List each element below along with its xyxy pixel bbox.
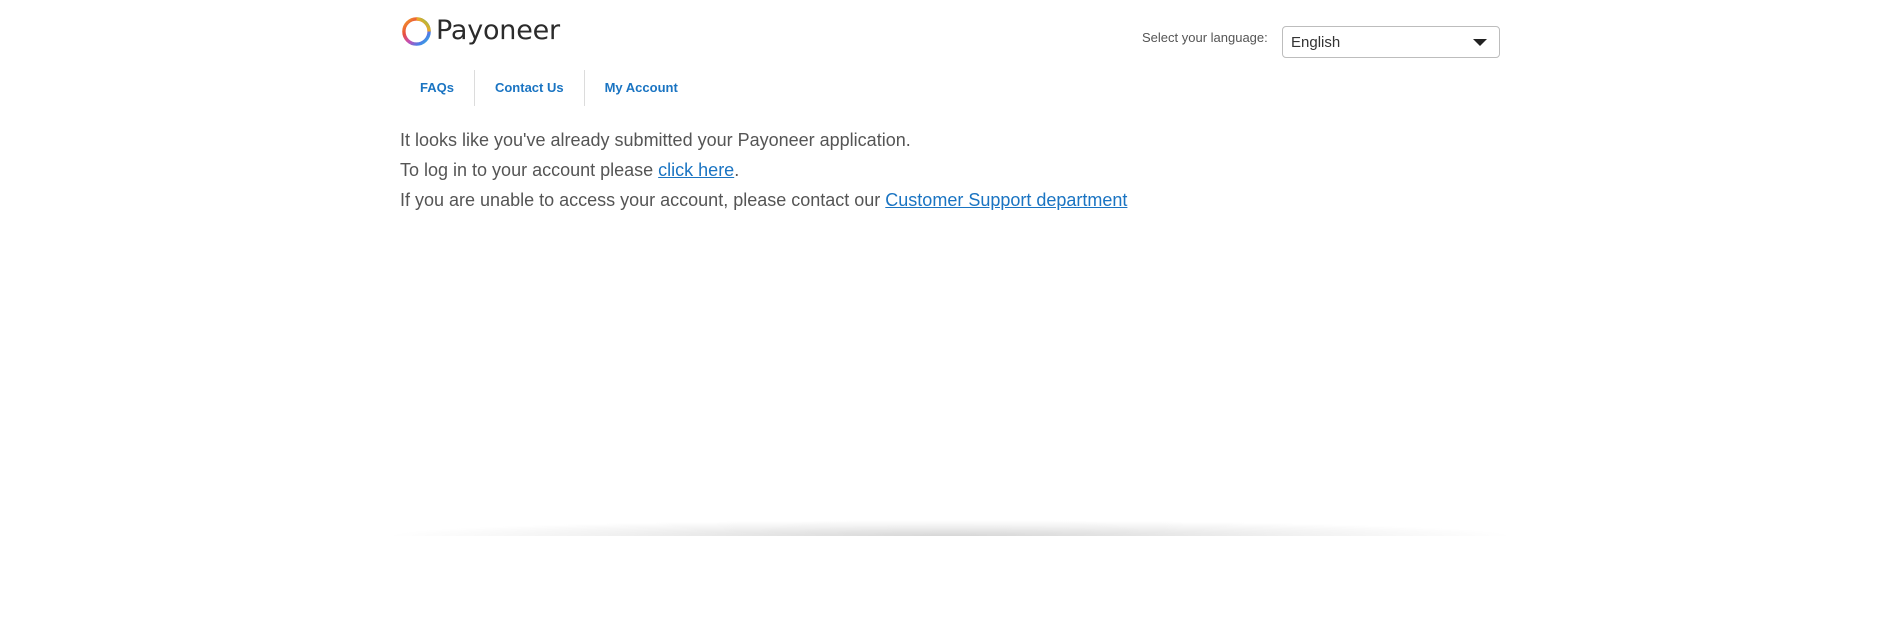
customer-support-link[interactable]: Customer Support department bbox=[885, 190, 1127, 210]
nav-contact-us-link[interactable]: Contact Us bbox=[475, 70, 584, 106]
login-text-suffix: . bbox=[734, 160, 740, 180]
brand-name: Payoneer bbox=[436, 15, 560, 46]
status-messages: It looks like you've already submitted y… bbox=[400, 125, 1127, 215]
footer-shadow-divider bbox=[380, 520, 1520, 536]
support-message: If you are unable to access your account… bbox=[400, 185, 1127, 215]
support-text: If you are unable to access your account… bbox=[400, 190, 886, 210]
login-text: To log in to your account please bbox=[400, 160, 659, 180]
language-select[interactable]: English bbox=[1282, 26, 1500, 58]
nav-faqs-link[interactable]: FAQs bbox=[400, 70, 474, 106]
payoneer-ring-icon bbox=[402, 16, 431, 46]
click-here-link[interactable]: click here bbox=[658, 160, 734, 180]
already-submitted-message: It looks like you've already submitted y… bbox=[400, 125, 1127, 155]
main-nav: FAQs Contact Us My Account bbox=[400, 70, 698, 106]
chevron-down-icon bbox=[1473, 39, 1487, 46]
nav-my-account-link[interactable]: My Account bbox=[585, 70, 698, 106]
language-label: Select your language: bbox=[1142, 30, 1268, 45]
already-submitted-text: It looks like you've already submitted y… bbox=[400, 130, 911, 150]
payoneer-logo[interactable]: Payoneer bbox=[401, 14, 560, 48]
language-selected-value: English bbox=[1291, 33, 1341, 51]
login-message: To log in to your account please click h… bbox=[400, 155, 1127, 185]
